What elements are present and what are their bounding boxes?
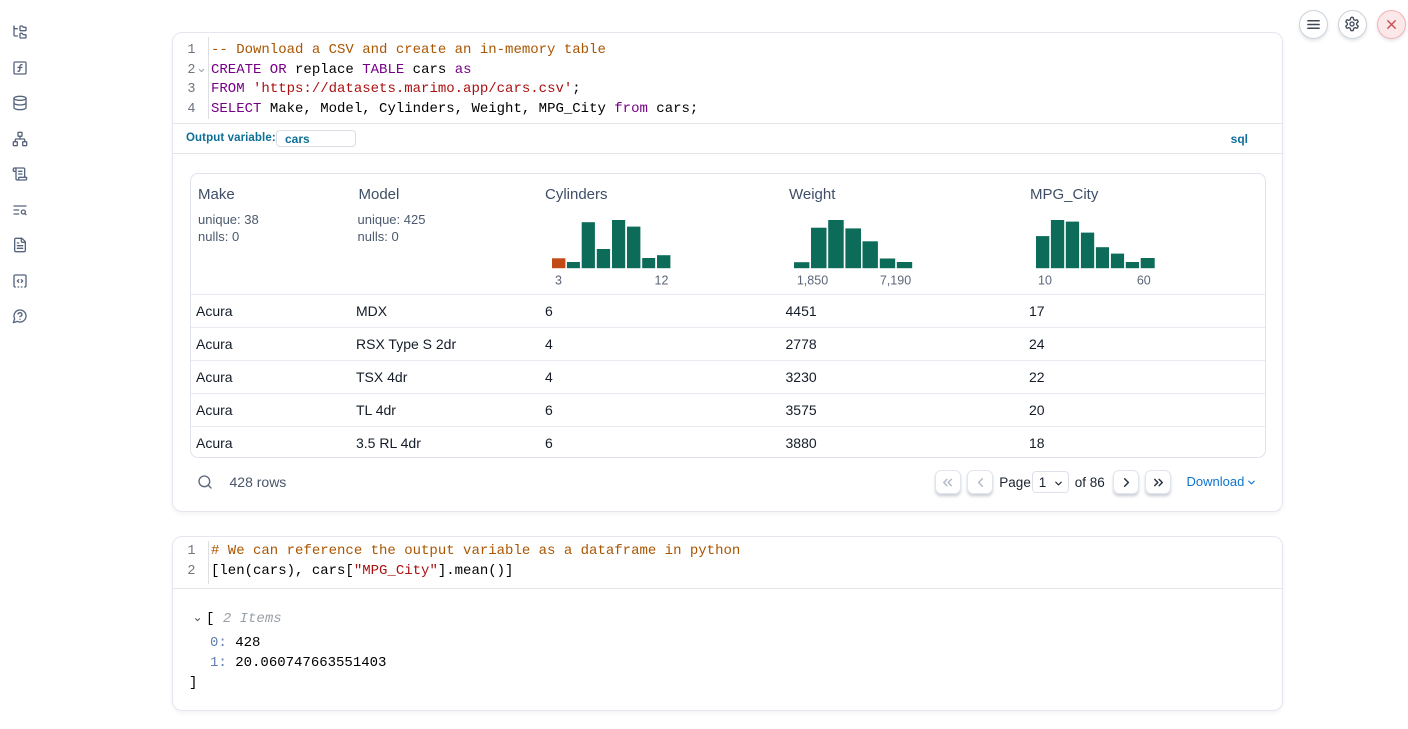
svg-text:7,190: 7,190 — [880, 273, 911, 287]
svg-text:1,850: 1,850 — [797, 273, 828, 287]
svg-text:3: 3 — [555, 273, 562, 287]
svg-text:10: 10 — [1038, 273, 1052, 287]
svg-text:12: 12 — [655, 273, 669, 287]
svg-text:60: 60 — [1137, 273, 1151, 287]
